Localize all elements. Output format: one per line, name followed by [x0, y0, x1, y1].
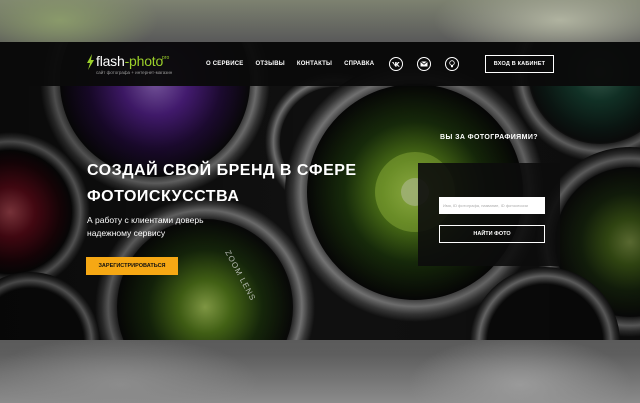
logo-suffix: pro	[162, 55, 170, 61]
nav-about[interactable]: О СЕРВИСЕ	[206, 61, 243, 67]
logo-tagline: сайт фотографа + интернет-магазин	[96, 70, 173, 75]
nav-help[interactable]: СПРАВКА	[344, 61, 374, 67]
login-button[interactable]: ВХОД В КАБИНЕТ	[485, 55, 554, 73]
logo-title: flash-photo	[96, 53, 164, 69]
headline-line-1: СОЗДАЙ СВОЙ БРЕНД В СФЕРЕ	[87, 162, 357, 179]
photo-search-panel	[418, 163, 560, 266]
main-nav: О СЕРВИСЕ ОТЗЫВЫ КОНТАКТЫ СПРАВКА	[206, 42, 374, 86]
subtext-line-1: А работу с клиентами доверь	[87, 215, 204, 225]
vk-icon[interactable]	[389, 57, 403, 71]
site-header: flash-photo pro сайт фотографа + интерне…	[0, 42, 640, 86]
mail-icon[interactable]	[417, 57, 431, 71]
site-logo[interactable]: flash-photo pro сайт фотографа + интерне…	[86, 52, 186, 78]
page-frame: ZOOM LENS flash-photo pro сайт фотографа…	[0, 42, 640, 340]
headline-line-2: ФОТОИСКУССТВА	[87, 188, 240, 205]
subtext-line-2: надежному сервису	[87, 228, 166, 238]
nav-contacts[interactable]: КОНТАКТЫ	[297, 61, 332, 67]
search-title: ВЫ ЗА ФОТОГРАФИЯМИ?	[440, 134, 538, 141]
photo-search-input[interactable]	[439, 197, 545, 214]
register-button[interactable]: ЗАРЕГИСТРИРОВАТЬСЯ	[86, 257, 178, 275]
hero-subtext: А работу с клиентами доверь надежному се…	[87, 214, 287, 240]
lightbulb-icon[interactable]	[445, 57, 459, 71]
find-photo-button[interactable]: НАЙТИ ФОТО	[439, 225, 545, 243]
hero-headline: СОЗДАЙ СВОЙ БРЕНД В СФЕРЕ ФОТОИСКУССТВА	[87, 158, 367, 210]
flash-logo-icon	[87, 54, 94, 70]
nav-reviews[interactable]: ОТЗЫВЫ	[255, 61, 284, 67]
